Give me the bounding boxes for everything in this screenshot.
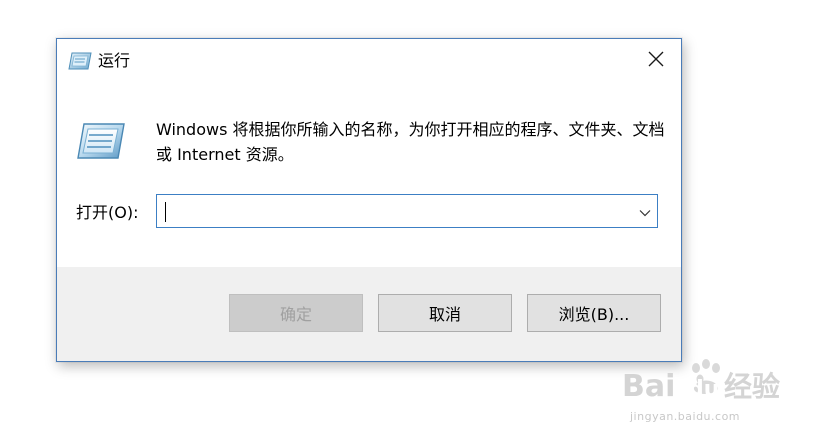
dropdown-button[interactable] bbox=[633, 195, 657, 227]
open-input[interactable] bbox=[165, 199, 625, 223]
baidu-jingyan-watermark: Bai du 经验 jingyan.baidu.com bbox=[620, 352, 810, 432]
browse-button[interactable]: 浏览(B)... bbox=[527, 294, 661, 332]
svg-text:du: du bbox=[688, 377, 719, 402]
open-combobox[interactable] bbox=[156, 194, 658, 228]
svg-text:经验: 经验 bbox=[724, 370, 780, 403]
run-icon bbox=[76, 122, 126, 160]
ok-button[interactable]: 确定 bbox=[229, 294, 363, 332]
cancel-button[interactable]: 取消 bbox=[378, 294, 512, 332]
close-button[interactable] bbox=[633, 41, 679, 81]
description-text: Windows 将根据你所输入的名称，为你打开相应的程序、文件夹、文档或 Int… bbox=[156, 120, 665, 164]
page: 运行 Windows 将根据你所输入的名称，为你打开相应的程序、文件夹、文档或 … bbox=[0, 0, 817, 442]
window-title: 运行 bbox=[98, 51, 131, 70]
watermark-url: jingyan.baidu.com bbox=[630, 410, 741, 423]
chevron-down-icon bbox=[639, 202, 651, 221]
open-label: 打开(O): bbox=[76, 203, 139, 222]
button-bar: 确定 取消 浏览(B)... bbox=[57, 267, 681, 361]
run-icon bbox=[68, 52, 92, 70]
run-dialog: 运行 Windows 将根据你所输入的名称，为你打开相应的程序、文件夹、文档或 … bbox=[56, 38, 682, 362]
text-caret bbox=[165, 202, 166, 222]
baidu-logo: Bai du 经验 bbox=[622, 359, 780, 404]
title-bar[interactable]: 运行 bbox=[57, 39, 681, 83]
close-icon bbox=[648, 51, 664, 71]
svg-text:Bai: Bai bbox=[622, 369, 675, 404]
